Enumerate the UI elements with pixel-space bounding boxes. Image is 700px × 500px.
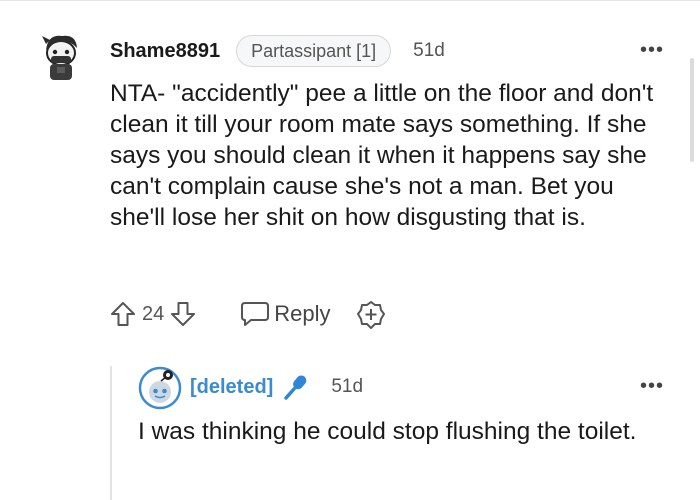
microphone-icon bbox=[283, 374, 313, 400]
award-icon[interactable] bbox=[356, 301, 385, 329]
comment-age: 51d bbox=[413, 40, 445, 61]
downvote-icon[interactable] bbox=[170, 301, 196, 327]
scrollbar[interactable] bbox=[690, 58, 694, 162]
reply-header: [deleted] 51d bbox=[190, 372, 363, 402]
comment-action-bar: 24 Reply bbox=[110, 296, 385, 332]
deleted-user-avatar-icon[interactable] bbox=[138, 366, 182, 410]
reply-body: I was thinking he could stop flushing th… bbox=[138, 418, 637, 445]
reply-label: Reply bbox=[274, 301, 331, 326]
reply-more-options-button[interactable]: ••• bbox=[640, 376, 664, 396]
user-flair: Partassipant [1] bbox=[236, 35, 392, 67]
reply-username[interactable]: [deleted] bbox=[190, 376, 273, 399]
comment-body: NTA- "accidently" pee a little on the fl… bbox=[110, 80, 654, 231]
user-avatar-icon[interactable] bbox=[36, 26, 86, 82]
speech-bubble-icon bbox=[240, 301, 270, 327]
comment-header: Shame8891 Partassipant [1] 51d bbox=[110, 34, 445, 68]
upvote-icon[interactable] bbox=[110, 301, 136, 327]
comment-more-options-button[interactable]: ••• bbox=[640, 40, 664, 60]
top-divider bbox=[0, 0, 700, 1]
reply-button[interactable]: Reply bbox=[240, 301, 331, 327]
vote-score: 24 bbox=[142, 302, 165, 325]
thread-line[interactable] bbox=[110, 366, 112, 500]
reply-age: 51d bbox=[331, 376, 364, 397]
comment-username[interactable]: Shame8891 bbox=[110, 40, 220, 63]
